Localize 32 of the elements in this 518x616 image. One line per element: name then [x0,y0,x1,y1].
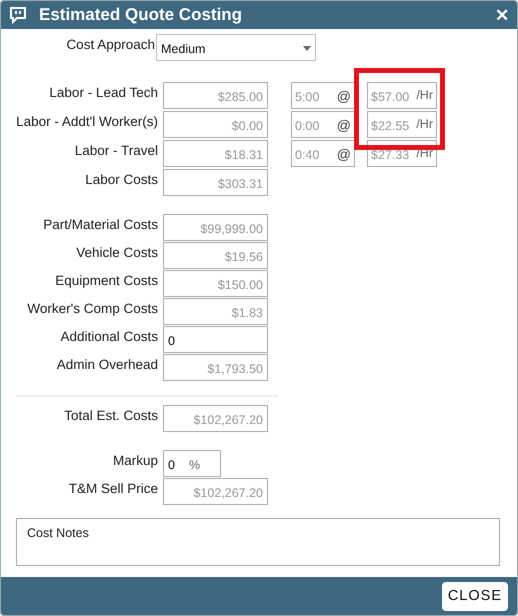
at-sign: @ [336,146,351,164]
caret-icon [303,46,311,51]
chat-icon [9,6,27,24]
field-label: Labor Costs [84,171,158,187]
markup-field[interactable]: 0 % [163,450,221,477]
field-label: Part/Material Costs [42,216,158,232]
unit-label: /Hr [416,117,433,133]
field-label: Cost Approach [65,36,155,52]
field-label: T&M Sell Price [68,480,158,496]
hours-field[interactable]: 5:00 @ [291,82,355,109]
unit-label: /Hr [416,88,433,104]
field-label: Vehicle Costs [75,244,158,260]
field-label: Labor - Travel [74,142,158,158]
notes-field[interactable]: Cost Notes [16,518,500,566]
field-label: Worker's Comp Costs [26,300,158,316]
hours-field[interactable]: 0:40 @ [291,140,355,167]
at-sign: @ [336,117,351,135]
at-sign: @ [336,88,351,106]
field-label: Markup [112,452,158,468]
close-button[interactable]: CLOSE [442,582,508,610]
field-label: Additional Costs [59,328,158,344]
window-title: Estimated Quote Costing [39,5,244,25]
field-label: Labor - Addt'l Worker(s) [15,113,158,129]
rate-field[interactable]: $22.55 /Hr [367,111,437,138]
field-label: Equipment Costs [54,272,158,288]
amount-field[interactable]: 0 [163,326,268,353]
field-label: Total Est. Costs [63,407,158,423]
field-label: Admin Overhead [56,356,158,372]
hours-field[interactable]: 0:00 @ [291,111,355,138]
cost-approach-dropdown[interactable]: Medium [156,34,316,61]
field-label: Labor - Lead Tech [48,84,158,100]
rate-field[interactable]: $57.00 /Hr [367,82,437,109]
